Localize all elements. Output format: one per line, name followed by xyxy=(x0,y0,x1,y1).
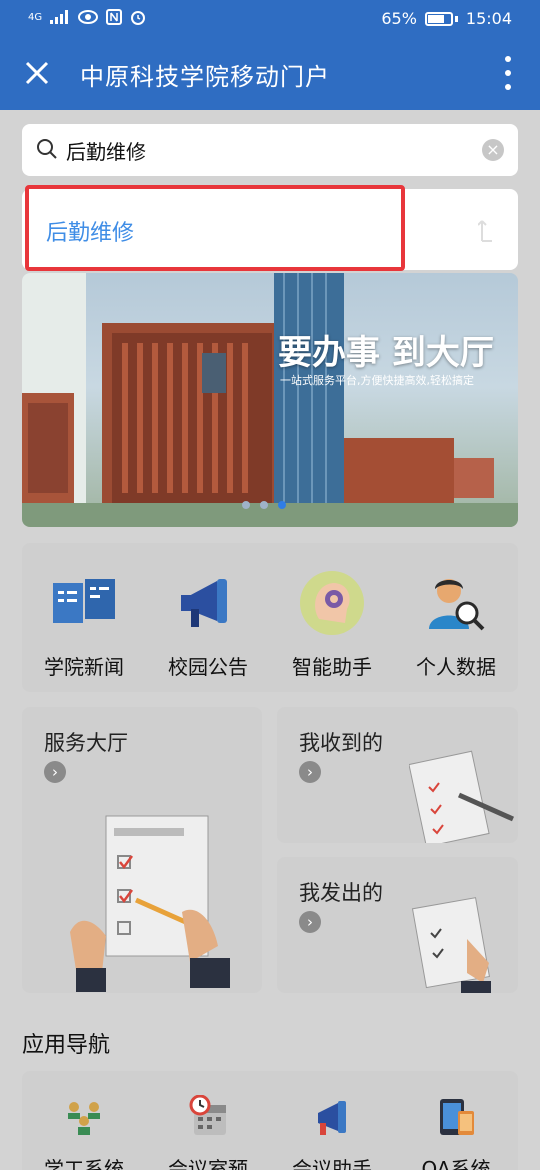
eye-icon xyxy=(78,10,99,24)
app-nav: 学工系统 会议室预 会议助手 OA系统 xyxy=(22,1071,518,1170)
close-icon xyxy=(25,61,49,85)
chevron-right-icon: › xyxy=(299,761,321,783)
sent-card[interactable]: 我发出的 › xyxy=(277,857,518,993)
fill-query-icon[interactable] xyxy=(478,215,496,243)
carousel-dot[interactable] xyxy=(242,501,250,509)
network-indicator: 4G xyxy=(28,11,43,23)
alarm-icon xyxy=(131,11,146,25)
book-icon xyxy=(53,579,115,623)
service-hall-title: 服务大厅 xyxy=(44,731,128,755)
quick-news-label: 学院新闻 xyxy=(44,655,124,679)
app-nav-title: 应用导航 xyxy=(22,1033,111,1058)
carousel-dots xyxy=(242,501,286,509)
clear-search-button[interactable]: × xyxy=(482,139,504,161)
app-header: 4G 65% 15:04 中原科技学院移动门户 xyxy=(0,0,540,110)
nav-student-affairs-label: 学工系统 xyxy=(44,1157,124,1170)
quick-assistant-label: 智能助手 xyxy=(292,655,372,679)
nav-student-affairs[interactable]: 学工系统 xyxy=(29,1071,139,1170)
service-hall-card[interactable]: 服务大厅 › xyxy=(22,707,262,993)
quick-personal-data-label: 个人数据 xyxy=(416,655,496,679)
quick-access: 学院新闻 校园公告 智能助手 个人数据 xyxy=(22,543,518,692)
quick-personal-data[interactable]: 个人数据 xyxy=(401,543,511,692)
search-input[interactable] xyxy=(66,134,476,166)
carousel-dot[interactable] xyxy=(260,501,268,509)
nav-meeting-booking[interactable]: 会议室预 xyxy=(153,1071,263,1170)
highlight-box xyxy=(25,185,405,271)
campus-building-image xyxy=(22,273,518,527)
calendar-clock-icon xyxy=(189,1094,226,1135)
banner-subtitle: 一站式服务平台,方便快捷高效,轻松搞定 xyxy=(280,374,474,387)
carousel-dot-active[interactable] xyxy=(278,501,286,509)
nfc-icon xyxy=(106,9,123,25)
promo-banner[interactable]: 要办事 到大厅 一站式服务平台,方便快捷高效,轻松搞定 xyxy=(22,273,518,527)
megaphone-icon xyxy=(181,579,227,627)
sent-doc-illustration xyxy=(411,897,491,993)
person-search-icon xyxy=(429,579,485,631)
page-title: 中原科技学院移动门户 xyxy=(80,63,330,91)
battery-percent: 65% xyxy=(381,9,417,28)
status-bar: 4G 65% 15:04 xyxy=(0,0,540,38)
quick-notice[interactable]: 校园公告 xyxy=(153,543,263,692)
nav-oa-system[interactable]: OA系统 xyxy=(401,1071,511,1170)
nav-meeting-assistant-label: 会议助手 xyxy=(292,1157,372,1170)
nav-meeting-booking-label: 会议室预 xyxy=(168,1157,248,1170)
brain-gear-icon xyxy=(300,571,364,635)
chevron-right-icon: › xyxy=(44,761,66,783)
close-button[interactable] xyxy=(22,58,52,88)
search-bar: × xyxy=(22,124,518,176)
received-title: 我收到的 xyxy=(299,731,383,755)
chevron-right-icon: › xyxy=(299,911,321,933)
nav-meeting-assistant[interactable]: 会议助手 xyxy=(277,1071,387,1170)
quick-news[interactable]: 学院新闻 xyxy=(29,543,139,692)
close-icon: × xyxy=(486,140,500,159)
sent-title: 我发出的 xyxy=(299,881,383,905)
received-card[interactable]: 我收到的 › xyxy=(277,707,518,843)
clock: 15:04 xyxy=(465,9,512,28)
nav-oa-system-label: OA系统 xyxy=(421,1157,491,1170)
megaphone-icon xyxy=(318,1101,346,1135)
quick-assistant[interactable]: 智能助手 xyxy=(277,543,387,692)
search-icon xyxy=(37,139,57,159)
battery-icon xyxy=(424,11,453,26)
banner-headline: 要办事 到大厅 xyxy=(278,333,494,373)
checklist-hand-illustration xyxy=(70,815,230,992)
more-options-button[interactable] xyxy=(502,56,514,90)
signal-icon xyxy=(50,10,69,24)
people-group-icon xyxy=(68,1102,100,1135)
quick-notice-label: 校园公告 xyxy=(168,655,248,679)
more-icon xyxy=(505,56,511,62)
devices-icon xyxy=(440,1099,474,1135)
received-doc-illustration xyxy=(409,750,515,843)
